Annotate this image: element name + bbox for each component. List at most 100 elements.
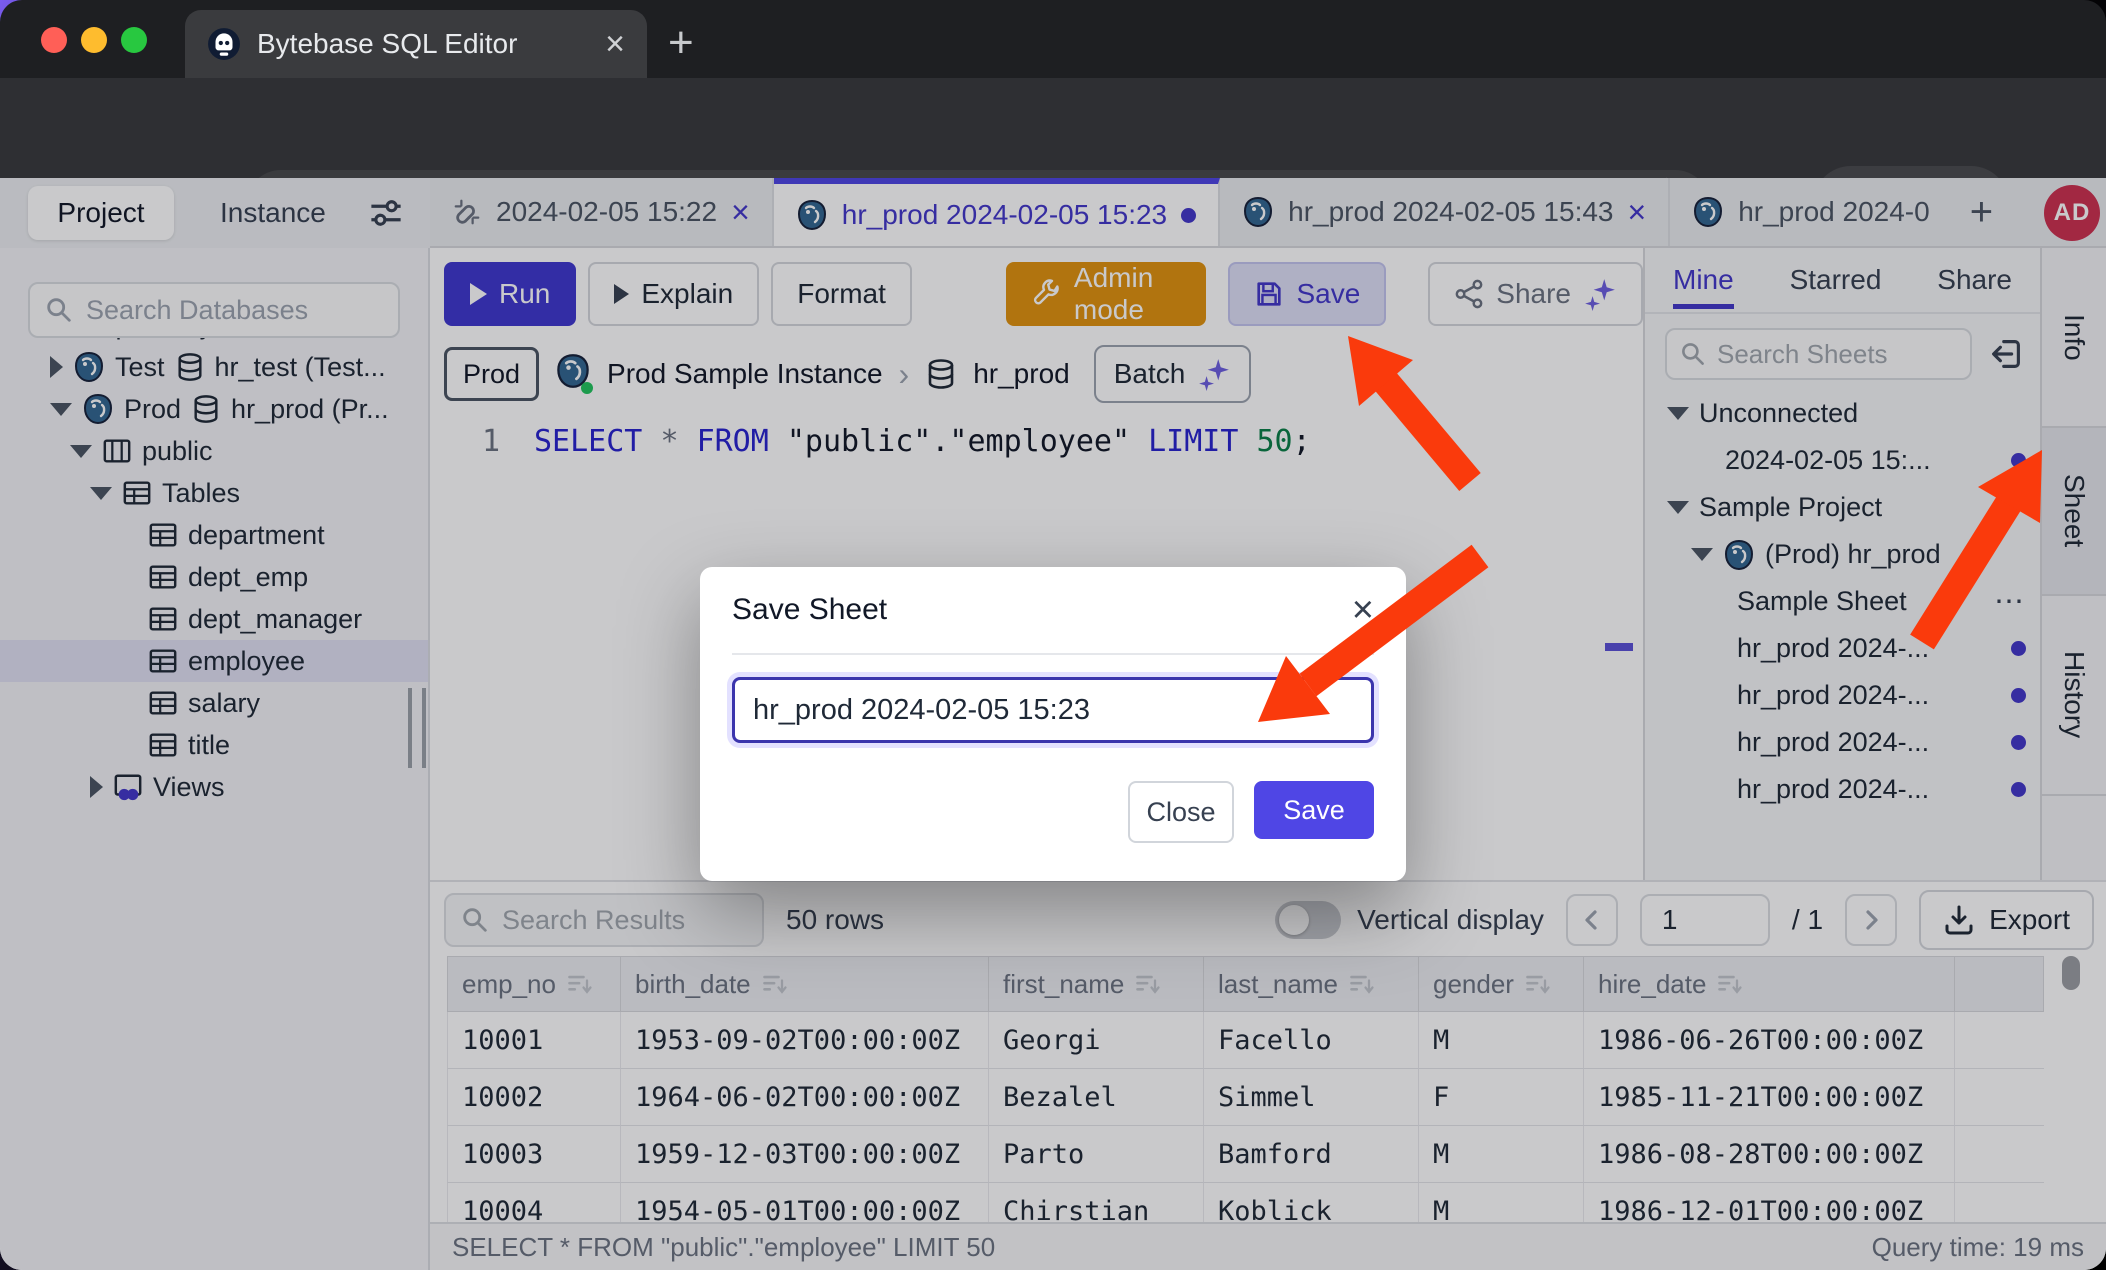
column-header[interactable]: last_name [1203,956,1418,1012]
prev-page-button[interactable] [1566,894,1618,946]
search-results-input[interactable]: Search Results [444,893,764,947]
sheet-group-prod-hrprod[interactable]: (Prod) hr_prod [1645,531,2040,578]
tab-starred[interactable]: Starred [1790,264,1882,296]
caret-down-icon[interactable] [70,445,92,458]
tree-item-schema-public[interactable]: public [0,430,428,472]
sheet-item[interactable]: hr_prod 2024-... [1645,766,2040,813]
tab-share[interactable]: Share [1937,264,2012,296]
rail-tab-sheet[interactable]: Sheet [2042,426,2106,596]
format-button[interactable]: Format [771,262,912,326]
rail-tab-history[interactable]: History [2042,596,2106,796]
tab-instance[interactable]: Instance [220,197,326,229]
table-icon [122,478,152,508]
table-icon [148,646,178,676]
admin-mode-button[interactable]: Admin mode [1006,262,1207,326]
dialog-save-button[interactable]: Save [1254,781,1374,839]
column-header[interactable]: birth_date [620,956,988,1012]
caret-down-icon[interactable] [90,487,112,500]
worksheet-tab-3[interactable]: hr_prod 2024-02-05 15:43 × [1220,178,1670,246]
column-header[interactable]: first_name [988,956,1203,1012]
tree-item-table-salary[interactable]: salary [0,682,428,724]
sheet-item-sample-sheet[interactable]: Sample Sheet ⋯ [1645,578,2040,625]
worksheet-tab-1[interactable]: 2024-02-05 15:22 × [430,178,774,246]
schema-icon [102,436,132,466]
traffic-zoom-button[interactable] [121,27,147,53]
sort-icon[interactable] [761,970,789,998]
sheet-item[interactable]: 2024-02-05 15:... [1645,437,2040,484]
instance-name[interactable]: Prod Sample Instance [607,358,883,390]
rail-tab-info[interactable]: Info [2042,248,2106,426]
editor-toolbar: Run Explain Format Admin mode Save [444,262,1643,326]
sheet-item[interactable]: hr_prod 2024-... [1645,672,2040,719]
traffic-minimize-button[interactable] [81,27,107,53]
sort-icon[interactable] [1716,970,1744,998]
close-tab-icon[interactable]: × [1628,194,1647,231]
sparkles-icon [1197,357,1231,391]
tree-item-tables[interactable]: Tables [0,472,428,514]
filter-sliders-icon[interactable] [368,195,404,231]
caret-down-icon[interactable] [1691,548,1713,561]
sort-icon[interactable] [566,970,594,998]
sort-icon[interactable] [1348,970,1376,998]
sheet-menu-icon[interactable]: ⋯ [1994,584,2026,619]
next-page-button[interactable] [1845,894,1897,946]
user-avatar[interactable]: AD [2044,185,2100,241]
column-header[interactable]: hire_date [1583,956,1954,1012]
traffic-close-button[interactable] [41,27,67,53]
search-databases-input[interactable]: Search Databases [28,282,400,338]
tree-item-test-db[interactable]: Test hr_test (Test... [0,346,428,388]
explain-button[interactable]: Explain [588,262,759,326]
worksheet-tab-2-active[interactable]: hr_prod 2024-02-05 15:23 [774,178,1220,246]
database-name[interactable]: hr_prod [973,358,1070,390]
sheet-panel-tabs: Mine Starred Share [1645,248,2040,314]
sheet-group-sample-project[interactable]: Sample Project [1645,484,2040,531]
postgres-icon [73,351,105,383]
tree-item-views[interactable]: Views [0,766,428,808]
worksheet-tab-4[interactable]: hr_prod 2024-0 [1670,178,1951,246]
sheet-item[interactable]: hr_prod 2024-... [1645,625,2040,672]
sort-icon[interactable] [1134,970,1162,998]
caret-down-icon[interactable] [1667,501,1689,514]
batch-button[interactable]: Batch [1094,345,1252,403]
caret-down-icon[interactable] [1667,407,1689,420]
tree-item-table-title[interactable]: title [0,724,428,766]
save-button[interactable]: Save [1228,262,1386,326]
new-browser-tab-button[interactable]: + [668,18,694,68]
caret-right-icon[interactable] [90,776,103,798]
search-sheets-input[interactable]: Search Sheets [1665,328,1972,380]
collapse-panel-icon[interactable] [1988,336,2024,372]
search-icon [1679,340,1707,368]
column-header[interactable]: emp_no [447,956,620,1012]
dialog-close-button[interactable]: Close [1128,781,1234,843]
run-button[interactable]: Run [444,262,576,326]
tree-item-table-dept-manager[interactable]: dept_manager [0,598,428,640]
sheet-item[interactable]: hr_prod 2024-... [1645,719,2040,766]
tab-project[interactable]: Project [28,186,174,240]
results-scrollbar[interactable] [2062,956,2080,990]
tree-item-table-employee[interactable]: employee [0,640,428,682]
browser-tab[interactable]: Bytebase SQL Editor × [185,10,647,78]
tab-mine[interactable]: Mine [1673,264,1734,309]
close-tab-icon[interactable]: × [731,194,750,231]
column-header[interactable]: gender [1418,956,1583,1012]
add-worksheet-button[interactable]: + [1952,178,2011,246]
page-number-input[interactable] [1640,894,1770,946]
sheet-name-input[interactable] [732,677,1374,743]
browser-tab-strip: Bytebase SQL Editor × + [0,0,2106,78]
sidebar-resize-handle[interactable] [408,688,426,768]
tree-item-table-department[interactable]: department [0,514,428,556]
share-button[interactable]: Share [1428,262,1643,326]
dialog-close-icon[interactable]: × [1352,595,1374,625]
sort-icon[interactable] [1524,970,1552,998]
sql-statement[interactable]: SELECT * FROM "public"."employee" LIMIT … [534,424,1311,459]
vertical-display-toggle[interactable] [1275,901,1341,939]
tree-item-table-dept-emp[interactable]: dept_emp [0,556,428,598]
sheet-group-unconnected[interactable]: Unconnected [1645,390,2040,437]
browser-tab-close-icon[interactable]: × [605,25,625,64]
caret-right-icon[interactable] [50,356,63,378]
table-row: 10001 1953-09-02T00:00:00Z Georgi Facell… [447,1012,2044,1069]
export-button[interactable]: Export [1919,890,2094,950]
caret-down-icon[interactable] [50,403,72,416]
unsaved-dot [2011,735,2026,750]
tree-item-prod-db[interactable]: Prod hr_prod (Pr... [0,388,428,430]
